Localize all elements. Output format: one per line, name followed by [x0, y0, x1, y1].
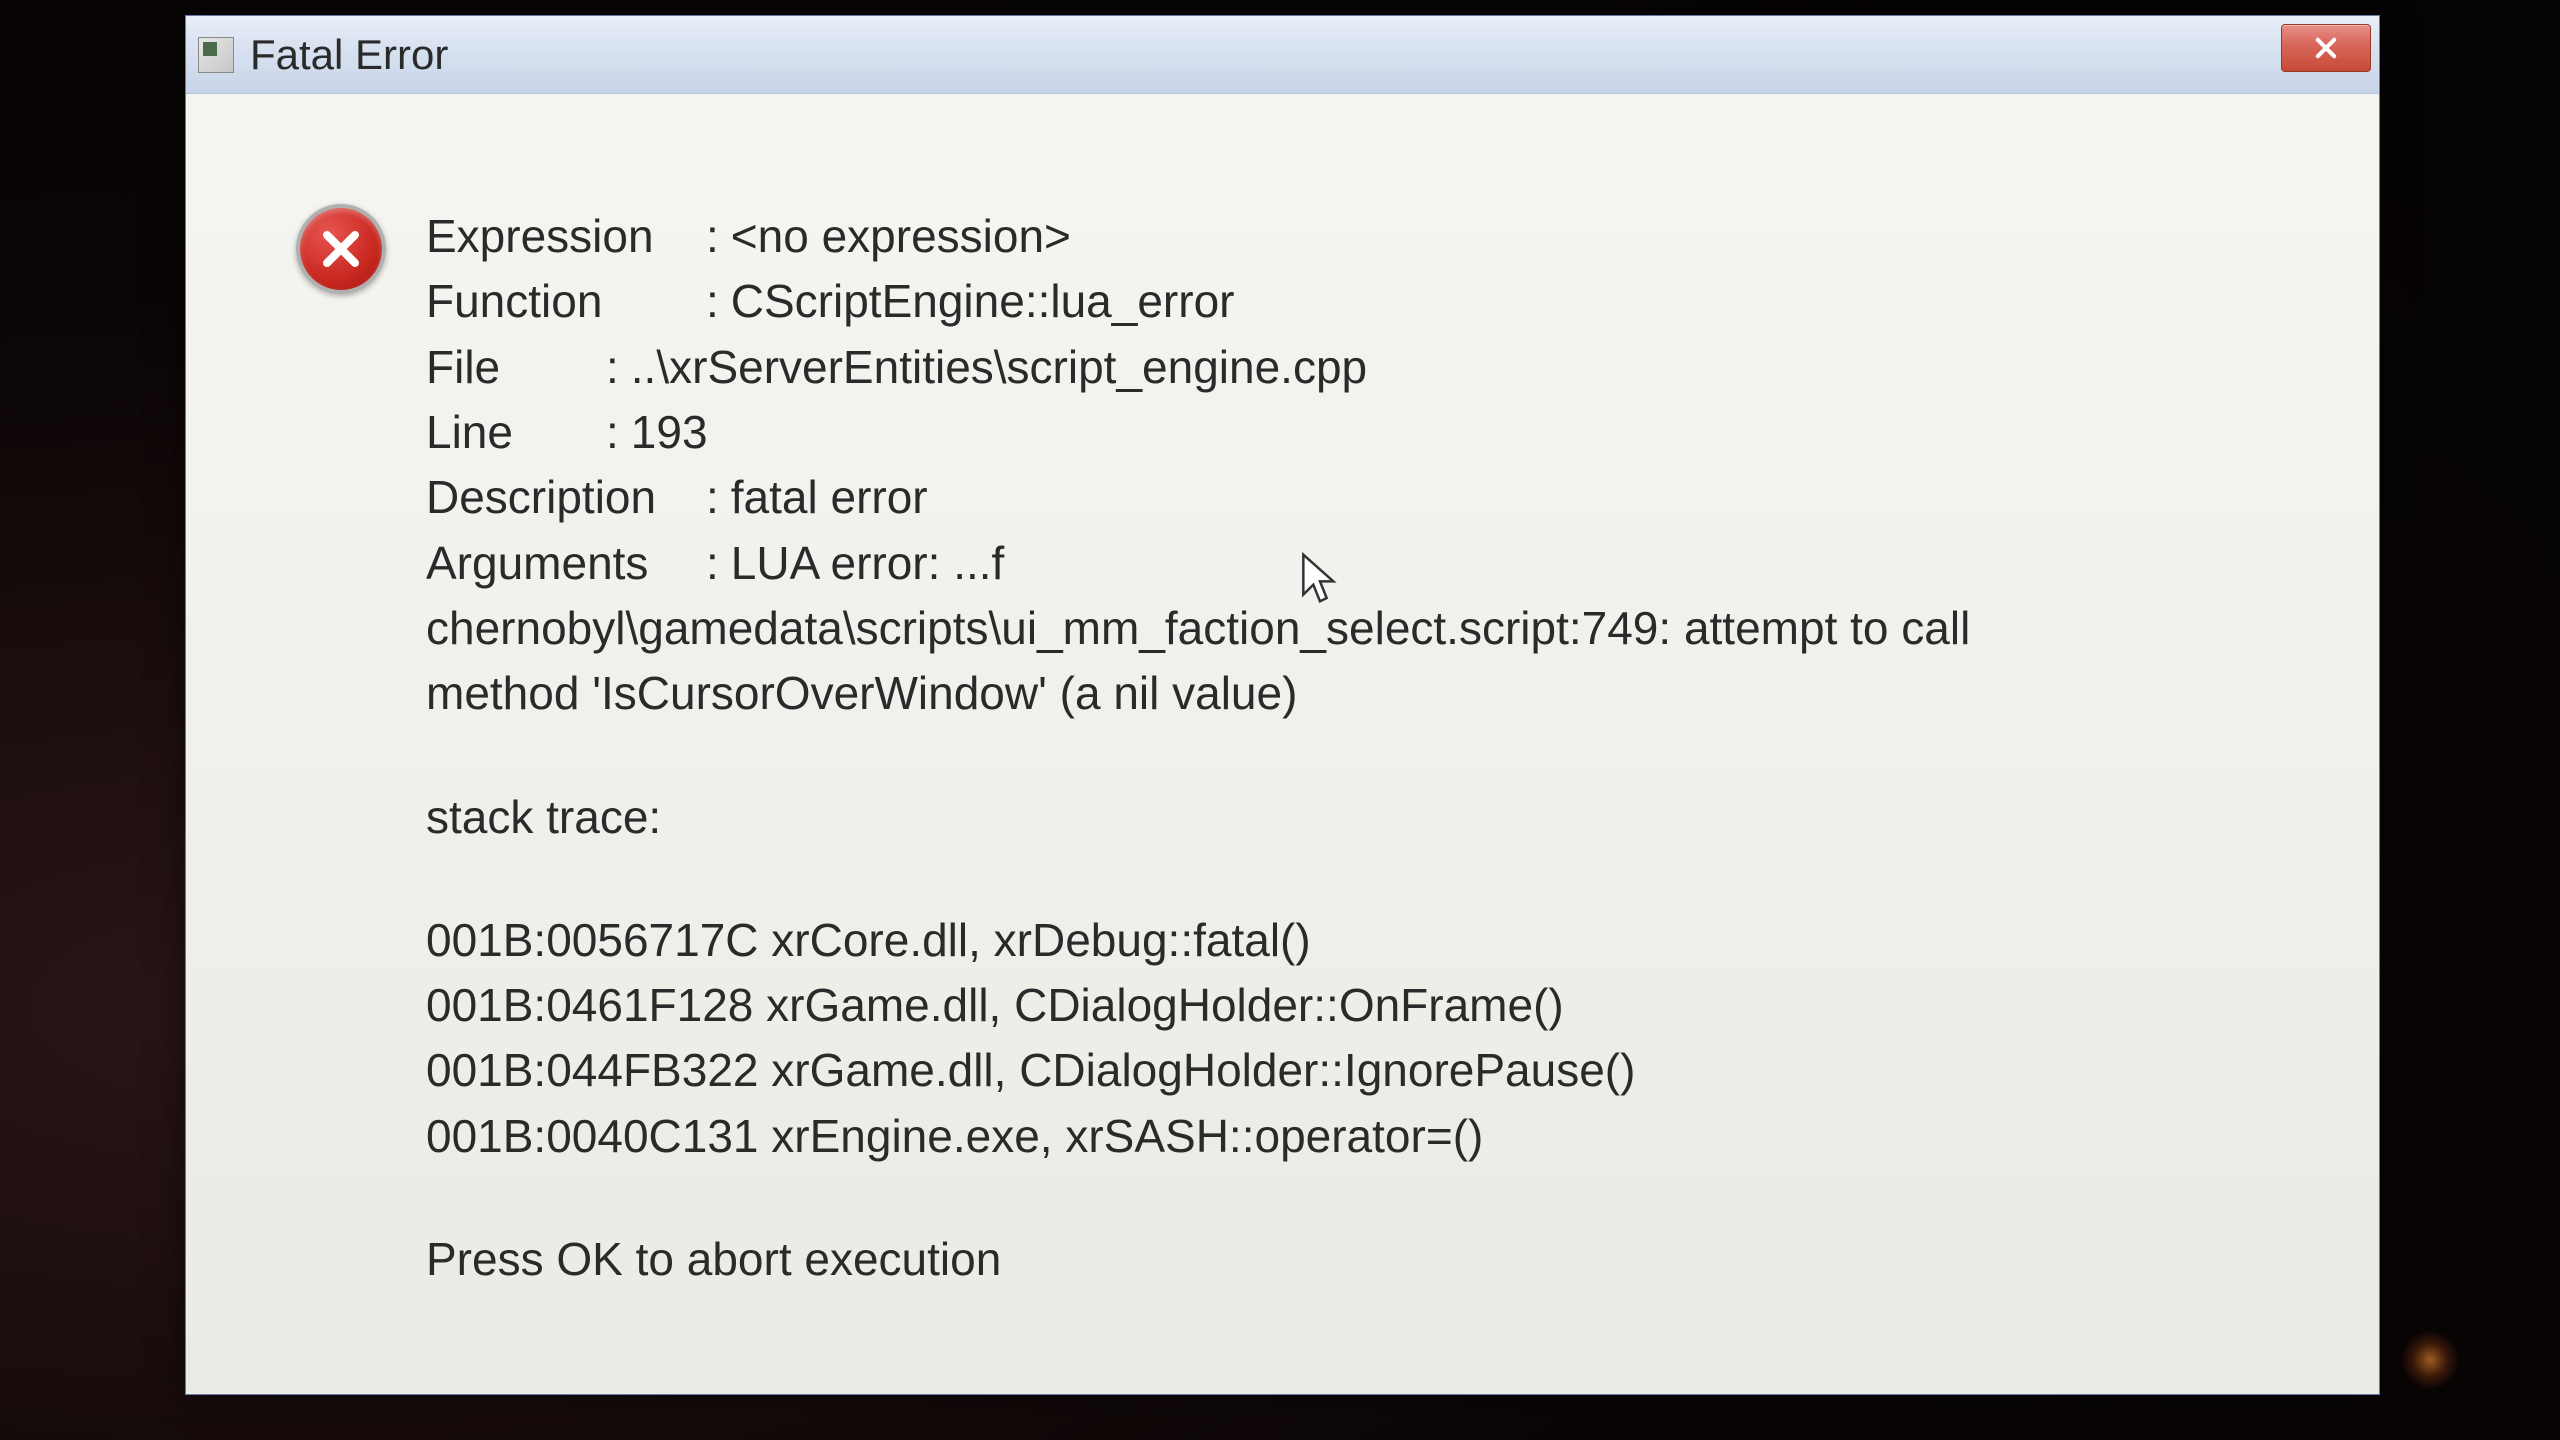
field-file: File : ..\xrServerEntities\script_engine… [426, 335, 2329, 400]
field-label: File [426, 335, 606, 400]
backdrop-glow [2400, 1330, 2460, 1390]
field-value: ..\xrServerEntities\script_engine.cpp [631, 335, 1367, 400]
field-function: Function : CScriptEngine::lua_error [426, 269, 2329, 334]
field-label: Description [426, 465, 706, 530]
field-value: LUA error: ...f [731, 531, 1005, 596]
prompt-text: Press OK to abort execution [426, 1227, 2329, 1292]
field-value: <no expression> [731, 204, 1071, 269]
field-line: Line : 193 [426, 400, 2329, 465]
field-expression: Expression : <no expression> [426, 204, 2329, 269]
stack-trace-section: stack trace: 001B:0056717C xrCore.dll, x… [426, 785, 2329, 1170]
error-dialog: Fatal Error Expression : <no expression> [185, 15, 2380, 1395]
stack-trace-line: 001B:044FB322 xrGame.dll, CDialogHolder:… [426, 1038, 2329, 1103]
app-icon [198, 37, 234, 73]
field-value: CScriptEngine::lua_error [731, 269, 1235, 334]
field-label: Function [426, 269, 706, 334]
field-description: Description : fatal error [426, 465, 2329, 530]
stack-trace-line: 001B:0040C131 xrEngine.exe, xrSASH::oper… [426, 1104, 2329, 1169]
field-label: Line [426, 400, 606, 465]
dialog-content: Expression : <no expression> Function : … [186, 94, 2379, 1342]
field-value: 193 [631, 400, 708, 465]
field-arguments: Arguments : LUA error: ...f [426, 531, 2329, 596]
error-detail-text: chernobyl\gamedata\scripts\ui_mm_faction… [426, 596, 2046, 727]
close-icon [2312, 34, 2340, 62]
titlebar[interactable]: Fatal Error [186, 16, 2379, 94]
field-label: Expression [426, 204, 706, 269]
field-label: Arguments [426, 531, 706, 596]
close-button[interactable] [2281, 24, 2371, 72]
field-value: fatal error [731, 465, 928, 530]
stack-trace-line: 001B:0056717C xrCore.dll, xrDebug::fatal… [426, 908, 2329, 973]
stack-trace-label: stack trace: [426, 785, 2329, 850]
error-icon [296, 204, 386, 294]
stack-trace-line: 001B:0461F128 xrGame.dll, CDialogHolder:… [426, 973, 2329, 1038]
dialog-title: Fatal Error [250, 31, 448, 79]
message-body: Expression : <no expression> Function : … [426, 204, 2329, 1292]
